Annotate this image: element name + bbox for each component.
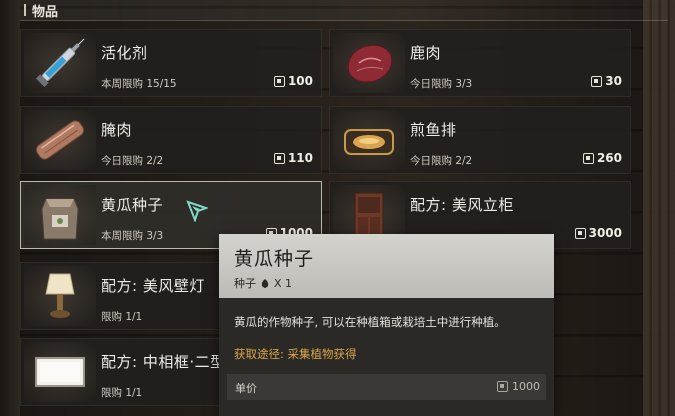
- shop-item-venison[interactable]: 鹿肉 今日限购 3/3 30: [329, 29, 631, 97]
- item-limit: 今日限购 3/3: [410, 78, 473, 90]
- item-limit: 今日限购 2/2: [410, 155, 473, 167]
- item-price: 3000: [574, 226, 622, 240]
- tooltip-source: 获取途径: 采集植物获得: [234, 347, 357, 361]
- unit-price-label: 单价: [235, 382, 257, 395]
- item-limit: 本周限购 3/3: [101, 230, 164, 242]
- tooltip-unit-price-row: 单价 1000: [227, 374, 546, 400]
- fried-fish-icon: [333, 110, 405, 170]
- item-limit: 本周限购 15/15: [101, 78, 177, 90]
- item-limit: 限购 1/1: [101, 311, 143, 323]
- tooltip-count: X 1: [274, 276, 293, 290]
- tooltip-type-label: 种子: [234, 277, 256, 290]
- shop-item-cured-meat[interactable]: 腌肉 今日限购 2/2 110: [20, 106, 322, 174]
- item-name: 配方: 美风壁灯: [101, 277, 205, 295]
- syringe-icon: [24, 33, 96, 93]
- background-wall-right: [643, 0, 675, 416]
- currency-icon: [591, 75, 603, 87]
- section-header: [20, 0, 668, 21]
- picture-frame-icon: [24, 342, 96, 402]
- item-name: 煎鱼排: [410, 121, 457, 139]
- item-price: 260: [582, 151, 622, 165]
- unit-price-value: 1000: [512, 380, 540, 393]
- item-price-value: 260: [596, 151, 622, 165]
- section-title: 物品: [32, 5, 59, 20]
- tooltip-header: 黄瓜种子 种子 X 1: [219, 234, 554, 298]
- shop-item-activator[interactable]: 活化剂 本周限购 15/15 100: [20, 29, 322, 97]
- currency-icon: [273, 75, 285, 87]
- venison-icon: [333, 33, 405, 93]
- currency-icon: [273, 152, 285, 164]
- cured-meat-icon: [24, 110, 96, 170]
- item-name: 黄瓜种子: [101, 196, 164, 214]
- item-price-value: 30: [605, 74, 622, 88]
- item-price-value: 100: [287, 74, 313, 88]
- item-limit: 限购 1/1: [101, 387, 143, 399]
- background-wall-left: [0, 0, 20, 416]
- item-name: 鹿肉: [410, 44, 442, 62]
- shop-item-fried-fish[interactable]: 煎鱼排 今日限购 2/2 260: [329, 106, 631, 174]
- seed-icon: [261, 278, 269, 288]
- item-name: 活化剂: [101, 44, 148, 62]
- item-name: 腌肉: [101, 121, 133, 139]
- tooltip-type-row: 种子 X 1: [234, 275, 292, 291]
- item-price: 110: [273, 151, 313, 165]
- item-price-value: 110: [287, 151, 313, 165]
- tooltip-description: 黄瓜的作物种子, 可以在种植箱或栽培土中进行种植。: [234, 315, 506, 329]
- section-tick: [24, 4, 26, 16]
- seed-bag-icon: [24, 185, 96, 245]
- tooltip-title: 黄瓜种子: [234, 248, 315, 270]
- item-name: 配方: 美风立柜: [410, 196, 514, 214]
- cursor-icon: [186, 200, 208, 222]
- unit-price: 1000: [497, 380, 540, 393]
- item-name: 配方: 中相框·二型: [101, 353, 226, 371]
- currency-icon: [574, 227, 586, 239]
- wall-lamp-icon: [24, 266, 96, 326]
- item-detail-tooltip: 黄瓜种子 种子 X 1 黄瓜的作物种子, 可以在种植箱或栽培土中进行种植。 获取…: [219, 234, 554, 416]
- currency-icon: [497, 381, 508, 392]
- item-price: 30: [591, 74, 622, 88]
- item-price-value: 3000: [588, 226, 622, 240]
- item-price: 100: [273, 74, 313, 88]
- currency-icon: [582, 152, 594, 164]
- item-limit: 今日限购 2/2: [101, 155, 164, 167]
